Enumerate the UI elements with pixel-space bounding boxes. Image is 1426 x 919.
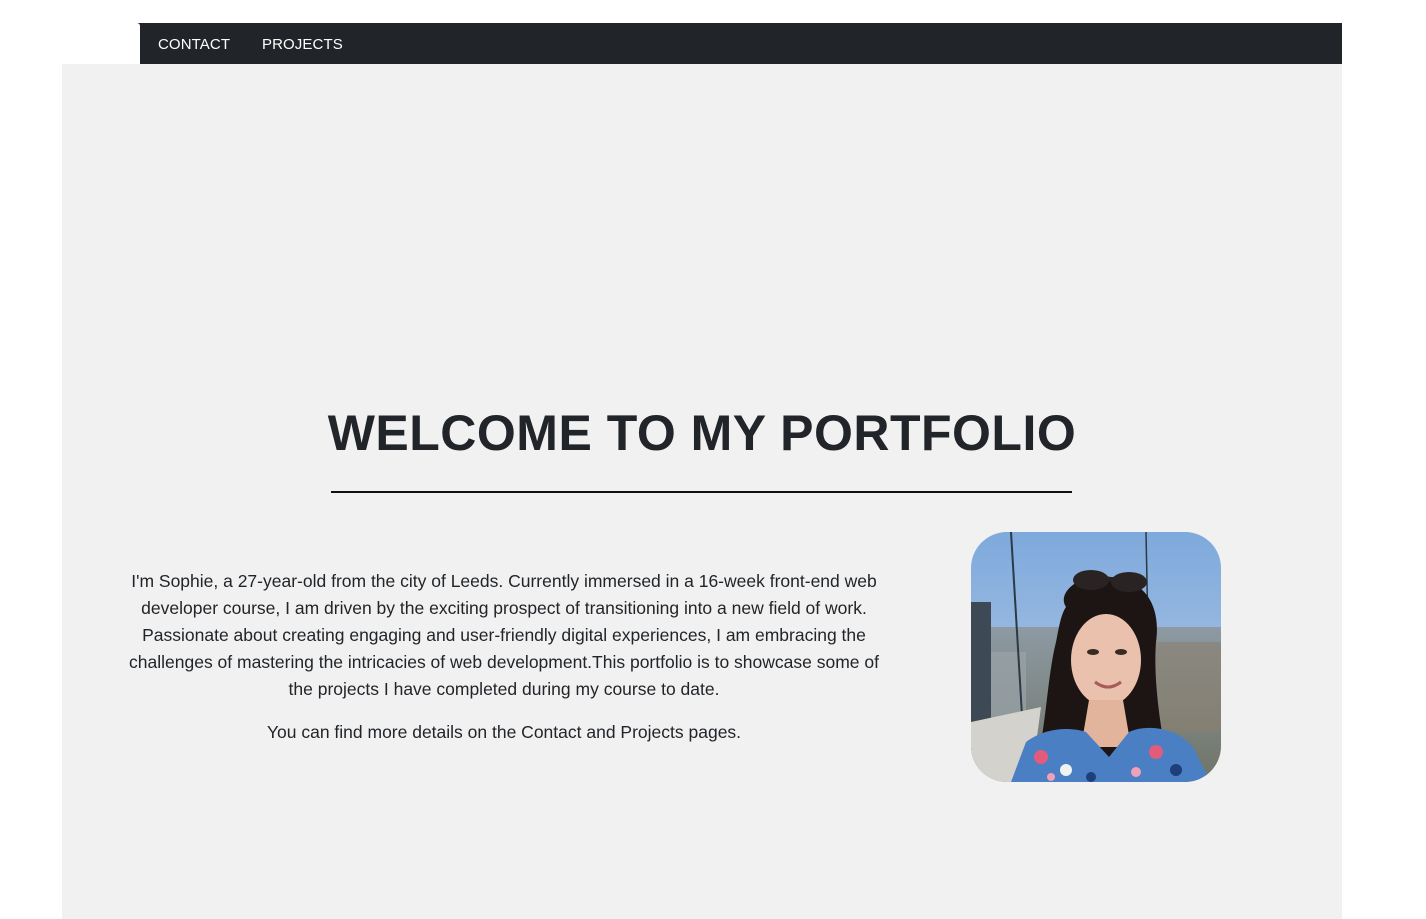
title-divider bbox=[331, 491, 1072, 493]
nav-link-projects[interactable]: PROJECTS bbox=[262, 23, 343, 64]
home-logo-link[interactable] bbox=[62, 23, 140, 64]
page-title: WELCOME TO MY PORTFOLIO bbox=[327, 405, 1077, 461]
nav-link-contact[interactable]: CONTACT bbox=[158, 23, 230, 64]
intro-text: I'm Sophie, a 27-year-old from the city … bbox=[118, 568, 890, 746]
navbar: CONTACT PROJECTS bbox=[62, 23, 1342, 64]
intro-paragraph: I'm Sophie, a 27-year-old from the city … bbox=[129, 571, 879, 699]
page-container: CONTACT PROJECTS WELCOME TO MY PORTFOLIO… bbox=[62, 23, 1342, 919]
profile-photo bbox=[971, 532, 1221, 782]
intro-paragraph-links-note: You can find more details on the Contact… bbox=[266, 722, 742, 742]
